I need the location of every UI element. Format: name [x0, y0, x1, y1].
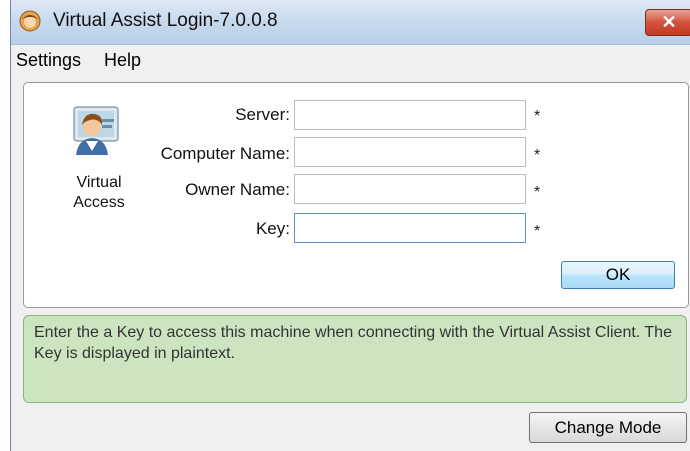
login-window: Virtual Assist Login-7.0.0.8 ✕ Settings … — [10, 0, 690, 451]
server-field[interactable] — [294, 100, 526, 130]
key-required-mark: * — [534, 223, 541, 240]
virtual-access-user-icon — [73, 106, 119, 155]
virtual-access-label: Virtual Access — [54, 173, 144, 213]
virtual-access-label-line2: Access — [73, 194, 125, 211]
key-field[interactable] — [294, 213, 526, 243]
ok-button[interactable]: OK — [561, 261, 675, 289]
virtual-access-label-line1: Virtual — [76, 174, 122, 191]
owner-name-required-mark: * — [534, 184, 541, 201]
key-label: Key: — [255, 219, 290, 238]
computer-name-field[interactable] — [294, 137, 526, 167]
owner-name-label: Owner Name: — [185, 180, 290, 199]
server-required-mark: * — [534, 108, 541, 125]
title-bar[interactable]: Virtual Assist Login-7.0.0.8 ✕ — [11, 0, 690, 45]
change-mode-button[interactable]: Change Mode — [529, 412, 687, 443]
login-form-panel: Virtual Access Server: * Computer Name: … — [23, 82, 689, 308]
app-icon — [19, 10, 41, 32]
info-message-box: Enter the a Key to access this machine w… — [23, 315, 687, 403]
computer-name-label: Computer Name: — [160, 144, 290, 163]
close-button[interactable]: ✕ — [645, 9, 690, 36]
close-icon: ✕ — [661, 12, 677, 32]
computer-name-required-mark: * — [534, 147, 541, 164]
server-label: Server: — [235, 105, 290, 124]
menu-bar: Settings Help — [11, 45, 690, 75]
menu-item-settings[interactable]: Settings — [16, 50, 81, 71]
menu-item-help[interactable]: Help — [104, 50, 141, 71]
window-title: Virtual Assist Login-7.0.0.8 — [53, 10, 278, 31]
owner-name-field[interactable] — [294, 174, 526, 204]
